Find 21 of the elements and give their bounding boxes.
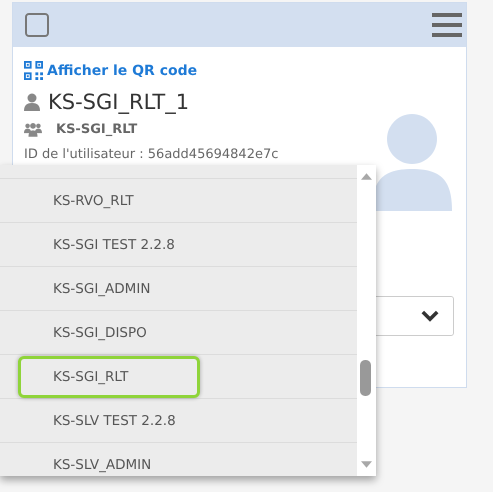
user-icon	[24, 93, 40, 111]
scroll-down-icon[interactable]	[361, 461, 372, 468]
menu-icon[interactable]	[432, 13, 462, 37]
checkbox[interactable]	[25, 13, 49, 37]
dropdown-option[interactable]: KS-SLV_ADMIN	[18, 444, 200, 476]
dropdown-option[interactable]: KS-SGI_RLT	[18, 356, 200, 398]
qr-code-icon	[24, 61, 43, 80]
dropdown-option[interactable]: KS-RVO_RLT	[18, 180, 200, 222]
scrollbar[interactable]	[357, 165, 376, 476]
group-icon	[24, 122, 42, 137]
scroll-thumb[interactable]	[360, 360, 371, 396]
user-name: KS-SGI_RLT_1	[48, 90, 190, 114]
dropdown-option[interactable]: KS-SGI_ADMIN	[18, 268, 200, 310]
user-id: ID de l'utilisateur : 56add45694842e7c	[24, 147, 280, 162]
group-name: KS-SGI_RLT	[56, 122, 138, 137]
dropdown-option[interactable]: KS-SGI TEST 2.2.8	[18, 224, 200, 266]
dropdown-option[interactable]: KS-SGI_DISPO	[18, 312, 200, 354]
scroll-up-icon[interactable]	[361, 173, 372, 180]
show-qr-code-link[interactable]: Afficher le QR code	[47, 62, 198, 78]
dropdown-option[interactable]: KS-SLV TEST 2.2.8	[18, 400, 200, 442]
chevron-down-icon	[421, 310, 439, 322]
